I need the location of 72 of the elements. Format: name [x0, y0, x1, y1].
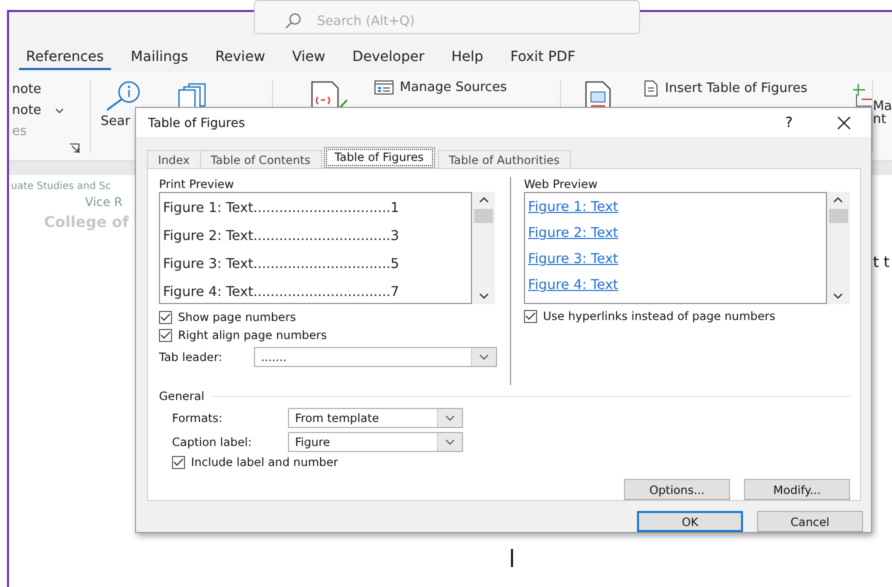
- preview-entry: Figure 3: Text................................5: [163, 255, 400, 274]
- dialog-tab[interactable]: Table of Contents: [200, 150, 322, 168]
- ribbon-tab[interactable]: View: [285, 46, 332, 70]
- checkbox[interactable]: [159, 310, 172, 324]
- preview-link[interactable]: Figure 4: Text: [528, 272, 618, 298]
- preview-link[interactable]: Figure 2: Text: [528, 220, 618, 246]
- dialog-tab[interactable]: Table of Figures: [324, 147, 435, 168]
- caption-label-dropdown[interactable]: Figure: [288, 432, 463, 452]
- preview-link[interactable]: Figure 1: Text: [528, 194, 618, 220]
- preview-entry: Figure 2: Text................................3: [163, 227, 400, 246]
- checkbox-label[interactable]: Right align page numbers: [178, 328, 327, 342]
- document-icon: [643, 80, 660, 97]
- document-text: uate Studies and Sc: [11, 181, 111, 192]
- document-text: Vice R: [85, 195, 122, 209]
- chevron-down-icon[interactable]: [833, 293, 844, 299]
- preview-entry: Figure 4: Text................................7: [163, 283, 400, 302]
- dialog-button[interactable]: Options...: [624, 479, 730, 500]
- checkbox-label[interactable]: Use hyperlinks instead of page numbers: [542, 309, 776, 323]
- chevron-down-icon: [445, 414, 455, 420]
- scrollbar-thumb[interactable]: [474, 209, 493, 223]
- scrollbar-thumb[interactable]: [828, 209, 848, 223]
- chevron-icon[interactable]: [55, 108, 64, 114]
- section-label: Web Preview: [524, 177, 598, 191]
- list-icon: [374, 80, 394, 95]
- formats-dropdown[interactable]: From template: [288, 408, 463, 428]
- preview-link[interactable]: Figure 3: Text: [528, 246, 618, 272]
- dialog-launcher-icon[interactable]: [68, 143, 80, 154]
- checkbox[interactable]: [172, 456, 185, 468]
- chevron-up-icon[interactable]: [478, 197, 488, 203]
- chevron-down-icon: [445, 438, 455, 444]
- help-button[interactable]: ?: [769, 114, 809, 132]
- ribbon-tab[interactable]: Developer: [345, 46, 432, 70]
- ribbon-label[interactable]: note: [12, 82, 90, 97]
- document-text: t t: [873, 253, 890, 271]
- scrollbar[interactable]: [826, 192, 850, 304]
- ribbon-tab[interactable]: Help: [444, 46, 490, 70]
- insert-table-of-figures-button[interactable]: Insert Table of Figures: [665, 81, 808, 96]
- checkbox-label[interactable]: Include label and number: [191, 455, 338, 469]
- group-label: es: [12, 124, 28, 139]
- checkbox[interactable]: [524, 310, 537, 322]
- search-field[interactable]: Search (Alt+Q): [254, 0, 640, 34]
- dialog-button[interactable]: Modify...: [744, 479, 850, 500]
- field-label: Tab leader:: [159, 350, 224, 364]
- dialog-title: Table of Figures: [148, 115, 246, 130]
- scrollbar[interactable]: [472, 192, 495, 304]
- section-label: General: [159, 389, 204, 403]
- ribbon-tab[interactable]: Mailings: [124, 46, 196, 70]
- dialog-button[interactable]: OK: [637, 511, 743, 532]
- ribbon-label[interactable]: nt: [872, 113, 892, 126]
- manage-sources-button[interactable]: Manage Sources: [400, 80, 507, 95]
- ribbon-tab[interactable]: References: [19, 46, 111, 70]
- document-text: College of: [44, 213, 129, 231]
- text-cursor: [511, 549, 512, 567]
- checkbox-label[interactable]: Show page numbers: [178, 310, 296, 324]
- dialog-button[interactable]: Cancel: [757, 511, 863, 532]
- tab-leader-dropdown[interactable]: .......: [254, 347, 497, 367]
- chevron-up-icon[interactable]: [833, 197, 844, 203]
- dialog-tab[interactable]: Table of Authorities: [438, 150, 571, 168]
- ribbon-tab[interactable]: Review: [208, 46, 272, 70]
- field-label: Formats:: [172, 410, 224, 424]
- checkbox[interactable]: [159, 328, 172, 342]
- chevron-down-icon: [479, 354, 489, 360]
- preview-entry: Figure 1: Text................................1: [163, 199, 400, 218]
- field-label: Caption label:: [172, 434, 253, 448]
- ribbon-label[interactable]: note: [12, 103, 42, 118]
- dialog-tab[interactable]: Index: [147, 150, 201, 168]
- chevron-down-icon[interactable]: [478, 293, 488, 299]
- section-label: Print Preview: [159, 177, 235, 191]
- ribbon-tab[interactable]: Foxit PDF: [503, 46, 582, 70]
- close-icon: [837, 116, 851, 130]
- ribbon-label[interactable]: Ma: [872, 100, 892, 113]
- search-icon: [284, 13, 302, 29]
